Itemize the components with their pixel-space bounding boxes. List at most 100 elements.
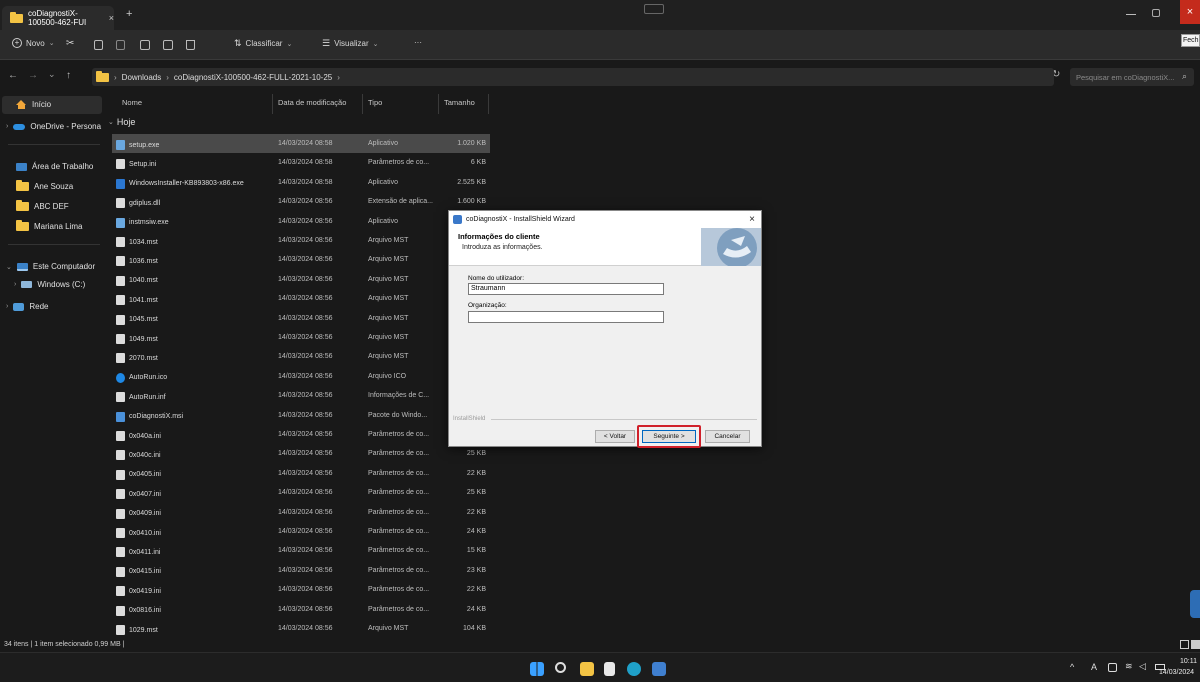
maximize-button[interactable] [1152, 9, 1160, 17]
share-icon[interactable] [163, 40, 173, 50]
file-row[interactable]: 2070.mst 14/03/2024 08:56 Arquivo MST [112, 347, 490, 366]
search-taskbar-icon[interactable] [555, 662, 566, 673]
nav-item-windows-c[interactable]: › Windows (C:) [14, 280, 85, 289]
column-divider[interactable] [272, 94, 273, 114]
more-options-button[interactable]: ··· [414, 38, 422, 47]
next-button[interactable]: Seguinte > [642, 430, 696, 443]
username-field[interactable]: Straumann [468, 283, 664, 295]
file-row[interactable]: 0x0407.ini 14/03/2024 08:56 Parâmetros de … [112, 483, 490, 502]
column-header-date[interactable]: Data de modificação [278, 98, 346, 107]
organization-field[interactable] [468, 311, 664, 323]
column-divider[interactable] [488, 94, 489, 114]
tiles-view-icon[interactable] [1191, 640, 1200, 649]
rename-icon[interactable] [140, 40, 150, 50]
file-row[interactable]: 0x0816.ini 14/03/2024 08:56 Parâmetros de … [112, 600, 490, 619]
dialog-title-bar[interactable]: coDiagnostiX - InstallShield Wizard [449, 211, 761, 228]
search-input[interactable]: Pesquisar em coDiagnostiX... [1070, 68, 1194, 86]
file-row[interactable]: 0x040a.ini 14/03/2024 08:56 Parâmetros de … [112, 425, 490, 444]
file-row[interactable]: 0x0419.ini 14/03/2024 08:56 Parâmetros de … [112, 580, 490, 599]
forward-arrow-icon[interactable]: → [28, 70, 38, 81]
search-placeholder: Pesquisar em coDiagnostiX... [1076, 73, 1175, 82]
side-widget-tab[interactable] [1190, 590, 1200, 618]
column-divider[interactable] [362, 94, 363, 114]
dialog-close-button[interactable]: × [743, 211, 761, 228]
file-row[interactable]: 0x0409.ini 14/03/2024 08:56 Parâmetros de … [112, 503, 490, 522]
file-row[interactable]: 0x0410.ini 14/03/2024 08:56 Parâmetros de … [112, 522, 490, 541]
clock-date[interactable]: 14/03/2024 [1159, 669, 1194, 676]
file-row[interactable]: AutoRun.inf 14/03/2024 08:56 Informações d… [112, 386, 490, 405]
tab-close-icon[interactable]: × [109, 13, 114, 23]
column-header-type[interactable]: Tipo [368, 98, 382, 107]
group-header[interactable]: ⌄ Hoje [108, 117, 135, 127]
recent-chevron-icon[interactable]: ⌄ [48, 69, 56, 80]
file-row[interactable]: AutoRun.ico 14/03/2024 08:56 Arquivo ICO [112, 367, 490, 386]
close-window-button[interactable]: × [1180, 0, 1200, 24]
back-arrow-icon[interactable]: ← [8, 70, 18, 81]
column-header-size[interactable]: Tamanho [444, 98, 475, 107]
paste-icon[interactable] [116, 40, 125, 50]
back-button[interactable]: < Voltar [595, 430, 635, 443]
file-row[interactable]: 1045.mst 14/03/2024 08:56 Arquivo MST [112, 309, 490, 328]
copy-icon[interactable] [94, 40, 103, 50]
file-name: 0x0410.ini [129, 529, 161, 537]
breadcrumb-downloads[interactable]: Downloads [122, 73, 162, 82]
address-bar[interactable]: › Downloads › coDiagnostiX-100500-462-FU… [92, 68, 1054, 86]
file-row[interactable]: gdiplus.dll 14/03/2024 08:56 Extensão de a… [112, 192, 490, 211]
nav-item-desktop[interactable]: Área de Trabalho [16, 162, 93, 171]
file-date: 14/03/2024 08:56 [278, 411, 333, 419]
nav-item-user2[interactable]: ABC DEF [16, 200, 69, 211]
view-button[interactable]: ☰ Visualizar ⌄ [322, 38, 379, 49]
file-row[interactable]: coDiagnostiX.msi 14/03/2024 08:56 Pacote d… [112, 406, 490, 425]
file-row[interactable]: 1036.mst 14/03/2024 08:56 Arquivo MST [112, 250, 490, 269]
sort-button[interactable]: ⇅ Classificar ⌄ [234, 38, 292, 49]
column-header-name[interactable]: Nome [122, 98, 142, 107]
start-icon[interactable] [530, 662, 544, 676]
folder-icon [96, 70, 109, 82]
file-row[interactable]: 0x0415.ini 14/03/2024 08:56 Parâmetros de … [112, 561, 490, 580]
file-type: Aplicativo [368, 178, 398, 186]
file-row[interactable]: 1040.mst 14/03/2024 08:56 Arquivo MST [112, 270, 490, 289]
minimize-button[interactable] [1126, 14, 1136, 15]
column-divider[interactable] [438, 94, 439, 114]
edge-taskbar-icon[interactable] [627, 662, 641, 676]
file-row[interactable]: 1034.mst 14/03/2024 08:56 Arquivo MST [112, 231, 490, 250]
file-row[interactable]: WindowsInstaller-KB893803-x86.exe 14/03/2… [112, 173, 490, 192]
file-row[interactable]: 0x040c.ini 14/03/2024 08:56 Parâmetros de … [112, 444, 490, 463]
new-tab-button[interactable]: + [126, 8, 132, 20]
ico-file-icon [116, 372, 125, 383]
input-language-indicator[interactable]: A [1091, 662, 1097, 672]
volume-icon[interactable]: ◁ [1139, 661, 1146, 672]
file-row[interactable]: 1049.mst 14/03/2024 08:56 Arquivo MST [112, 328, 490, 347]
file-row[interactable]: setup.exe 14/03/2024 08:58 Aplicativo 1.020… [112, 134, 490, 153]
nav-item-network[interactable]: › Rede [6, 302, 48, 311]
nav-item-user3[interactable]: Mariana Lima [16, 220, 82, 231]
cancel-button[interactable]: Cancelar [705, 430, 750, 443]
delete-icon[interactable] [186, 40, 195, 50]
file-row[interactable]: 1041.mst 14/03/2024 08:56 Arquivo MST [112, 289, 490, 308]
cut-icon[interactable]: ✂ [66, 38, 74, 49]
wifi-icon[interactable]: ≋ [1125, 661, 1133, 672]
notepad-taskbar-icon[interactable] [604, 662, 615, 676]
installer-taskbar-icon[interactable] [652, 662, 666, 676]
nav-item-this-pc[interactable]: ⌄ Este Computador [6, 262, 95, 271]
new-button[interactable]: + Novo ⌄ [12, 38, 55, 48]
file-date: 14/03/2024 08:56 [278, 237, 333, 244]
file-row[interactable]: instmsiw.exe 14/03/2024 08:56 Aplicativo [112, 212, 490, 231]
status-text: 34 itens | 1 item selecionado 0,99 MB | [4, 641, 125, 648]
tray-chevron-icon[interactable]: ^ [1070, 662, 1074, 672]
details-view-icon[interactable] [1180, 640, 1189, 649]
file-row[interactable]: 1029.mst 14/03/2024 08:56 Arquivo MST 104 K… [112, 619, 490, 638]
nav-item-onedrive[interactable]: › OneDrive - Persona [6, 122, 101, 131]
tray-app-icon[interactable] [1108, 663, 1117, 672]
up-arrow-icon[interactable]: ↑ [66, 70, 71, 81]
nav-divider [8, 144, 100, 145]
file-explorer-taskbar-icon[interactable] [580, 662, 594, 676]
file-row[interactable]: 0x0405.ini 14/03/2024 08:56 Parâmetros de … [112, 464, 490, 483]
file-row[interactable]: 0x0411.ini 14/03/2024 08:56 Parâmetros de … [112, 541, 490, 560]
nav-item-home[interactable]: Início [16, 100, 51, 109]
breadcrumb-current-folder[interactable]: coDiagnostiX-100500-462-FULL-2021-10-25 [174, 73, 332, 82]
explorer-tab[interactable]: coDiagnostiX-100500-462-FUI × [2, 6, 114, 30]
clock-time[interactable]: 10:11 [1180, 658, 1197, 665]
nav-item-user1[interactable]: Ane Souza [16, 180, 73, 191]
file-row[interactable]: Setup.ini 14/03/2024 08:58 Parâmetros de c… [112, 153, 490, 172]
